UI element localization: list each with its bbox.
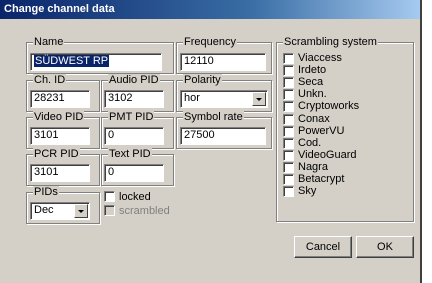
- audio-pid-label: Audio PID: [108, 74, 160, 86]
- video-pid-label: Video PID: [33, 111, 85, 123]
- scrambling-option-label: Nagra: [298, 160, 328, 173]
- scrambling-option-label: Viaccess: [298, 52, 342, 64]
- scrambling-checkbox[interactable]: [283, 174, 294, 185]
- scrambling-group: Scrambling system: [276, 36, 414, 222]
- scrambled-checkbox: [104, 205, 115, 216]
- ok-button[interactable]: OK: [356, 236, 414, 258]
- pmt-pid-field[interactable]: 0: [104, 127, 164, 145]
- scrambling-option-label: VideoGuard: [298, 148, 357, 161]
- polarity-value: hor: [184, 92, 200, 104]
- symbol-rate-label: Symbol rate: [183, 111, 244, 123]
- text-pid-field[interactable]: 0: [104, 164, 164, 182]
- pids-select[interactable]: Dec: [30, 202, 90, 220]
- scrambling-checkbox[interactable]: [283, 65, 294, 77]
- polarity-dropdown-icon[interactable]: [252, 92, 266, 106]
- dialog-title: Change channel data: [4, 3, 115, 15]
- cancel-button[interactable]: Cancel: [294, 236, 352, 258]
- locked-label: locked: [119, 191, 151, 203]
- polarity-select[interactable]: hor: [180, 90, 268, 108]
- frequency-label: Frequency: [183, 36, 237, 48]
- video-pid-field[interactable]: 3101: [30, 127, 90, 145]
- scrambling-checkbox[interactable]: [283, 186, 294, 198]
- text-pid-label: Text PID: [108, 148, 152, 160]
- pcr-pid-field[interactable]: 3101: [30, 164, 90, 182]
- pids-label: PIDs: [33, 186, 59, 198]
- scrambled-label: scrambled: [119, 205, 170, 217]
- scrambling-option-label: PowerVU: [298, 124, 345, 137]
- name-label: Name: [33, 36, 65, 48]
- name-field[interactable]: SÜDWEST RP: [30, 53, 162, 71]
- dialog-window: Change channel data Name SÜDWEST RP Freq…: [0, 0, 422, 283]
- ch-id-label: Ch. ID: [33, 74, 67, 86]
- polarity-label: Polarity: [183, 74, 222, 86]
- scrambling-option-label: Seca: [298, 76, 324, 89]
- symbol-rate-field[interactable]: 27500: [180, 127, 266, 145]
- pids-value: Dec: [34, 204, 54, 216]
- scrambling-option-label: Cod.: [298, 136, 322, 149]
- ch-id-field[interactable]: 28231: [30, 90, 90, 108]
- scrambling-option-label: Conax: [298, 112, 330, 125]
- pmt-pid-label: PMT PID: [108, 111, 155, 123]
- title-bar[interactable]: Change channel data: [0, 0, 420, 19]
- scrambling-option-label: Irdeto: [298, 64, 327, 77]
- scrambling-checkbox[interactable]: [283, 77, 294, 89]
- scrambling-checkbox[interactable]: [283, 137, 294, 149]
- scrambling-checkbox[interactable]: [283, 89, 294, 101]
- scrambling-option-label: Sky: [298, 185, 317, 198]
- name-value: SÜDWEST RP: [34, 55, 110, 67]
- frequency-field[interactable]: 12110: [180, 53, 266, 71]
- scrambling-checkbox[interactable]: [283, 125, 294, 137]
- audio-pid-field[interactable]: 3102: [104, 90, 164, 108]
- scrambling-checkbox[interactable]: [283, 101, 294, 113]
- scrambling-label: Scrambling system: [283, 36, 378, 48]
- scrambling-checkbox[interactable]: [283, 113, 294, 125]
- pcr-pid-label: PCR PID: [33, 148, 80, 160]
- pids-dropdown-icon[interactable]: [74, 204, 88, 218]
- locked-checkbox[interactable]: [104, 191, 115, 202]
- scrambling-option-label: Betacrypt: [298, 173, 345, 185]
- scrambling-checkbox[interactable]: [283, 53, 294, 64]
- scrambling-checkbox[interactable]: [283, 149, 294, 161]
- scrambling-option-label: Unkn.: [298, 88, 327, 101]
- scrambling-option-label: Cryptoworks: [298, 100, 360, 113]
- scrambling-checkbox[interactable]: [283, 161, 294, 173]
